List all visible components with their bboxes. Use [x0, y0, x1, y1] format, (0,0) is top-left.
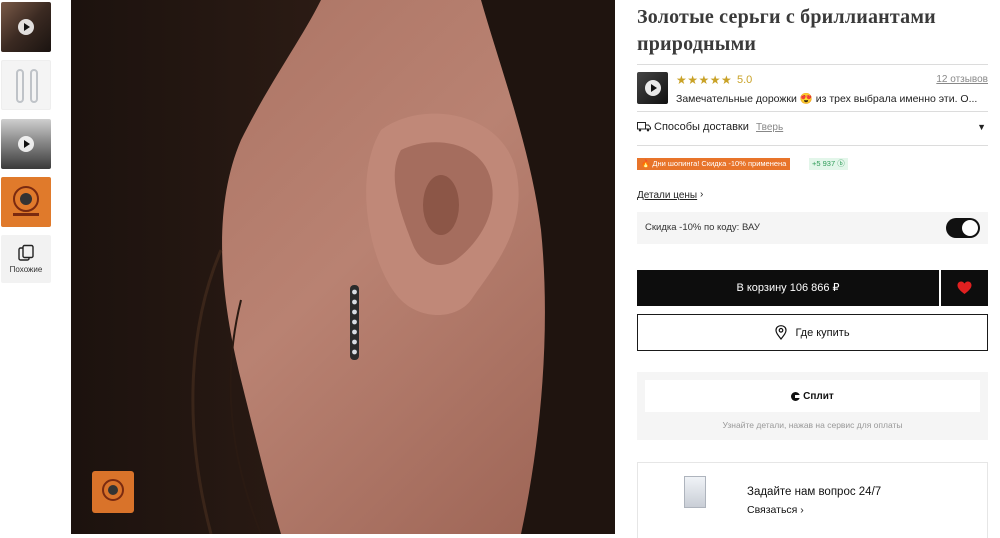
contact-link[interactable]: Связаться ›: [747, 504, 804, 516]
delivery-city-link[interactable]: Тверь: [756, 122, 783, 133]
heart-icon: [957, 281, 972, 294]
split-payment-box: Сплит Узнайте детали, нажав на сервис дл…: [637, 372, 988, 440]
delivery-label: Способы доставки: [654, 121, 749, 133]
contact-card[interactable]: Задайте нам вопрос 24/7 Связаться ›: [637, 462, 988, 538]
divider: [637, 145, 988, 146]
main-product-image[interactable]: [71, 0, 615, 534]
chevron-right-icon[interactable]: ›: [700, 189, 703, 200]
split-logo-icon: [791, 391, 801, 401]
similar-label: Похожие: [9, 265, 43, 274]
play-icon: [644, 80, 661, 96]
bonus-badge: +5 937 ⓑ: [809, 158, 848, 170]
discount-code-row: Скидка -10% по коду: ВАУ: [637, 212, 988, 244]
price-details-link[interactable]: Детали цены: [637, 190, 697, 201]
divider: [637, 64, 988, 65]
review-summary[interactable]: ★★★★★ 5.0 12 отзывов Замечательные дорож…: [637, 72, 988, 106]
thumbnail-brand-badge[interactable]: [1, 177, 51, 227]
play-icon: [18, 19, 34, 35]
review-video-thumbnail[interactable]: [637, 72, 668, 104]
reviews-count-link[interactable]: 12 отзывов: [936, 74, 988, 85]
diamond-image: [684, 476, 706, 508]
where-to-buy-content: Где купить: [638, 315, 987, 350]
ear-photo-illustration: [71, 0, 615, 534]
earring-icon: [16, 69, 24, 103]
where-to-buy-label: Где купить: [795, 326, 850, 339]
thumbnail-earrings[interactable]: [1, 60, 51, 110]
split-hint: Узнайте детали, нажав на сервис для опла…: [722, 420, 903, 430]
add-to-cart-button[interactable]: В корзину 106 866 ₽: [637, 270, 939, 306]
favorite-button[interactable]: [941, 270, 988, 306]
split-label: Сплит: [803, 390, 834, 402]
discount-label: Скидка -10% по коду: ВАУ: [645, 222, 760, 233]
brand-badge-icon: [13, 186, 39, 216]
review-excerpt: Замечательные дорожки 😍 из трех выбрала …: [676, 93, 978, 105]
earring: [350, 285, 359, 360]
earring-icon: [30, 69, 38, 103]
discount-toggle[interactable]: [946, 218, 980, 238]
similar-button[interactable]: Похожие: [1, 235, 51, 283]
promo-badge: 🔥 Дни шопинга! Скидка -10% применена: [637, 158, 791, 170]
chevron-down-icon[interactable]: ▼: [977, 122, 986, 132]
location-pin-icon: [775, 325, 788, 340]
similar-icon: [18, 244, 34, 261]
product-title: Золотые серьги с бриллиантами природными: [637, 6, 936, 55]
thumbnail-video-ear[interactable]: [1, 2, 51, 52]
play-icon: [18, 136, 34, 152]
contact-title: Задайте нам вопрос 24/7: [747, 486, 882, 498]
delivery-selector[interactable]: Способы доставки Тверь ▼: [637, 118, 988, 138]
divider: [637, 111, 988, 112]
rating-value: 5.0: [737, 74, 753, 86]
brand-watermark: [92, 471, 134, 513]
thumbnail-video-box[interactable]: [1, 119, 51, 169]
truck-icon: [637, 122, 651, 132]
rating-stars-icon: ★★★★★: [676, 73, 733, 87]
where-to-buy-button[interactable]: Где купить: [637, 314, 988, 351]
split-payment-button[interactable]: Сплит: [645, 380, 980, 412]
